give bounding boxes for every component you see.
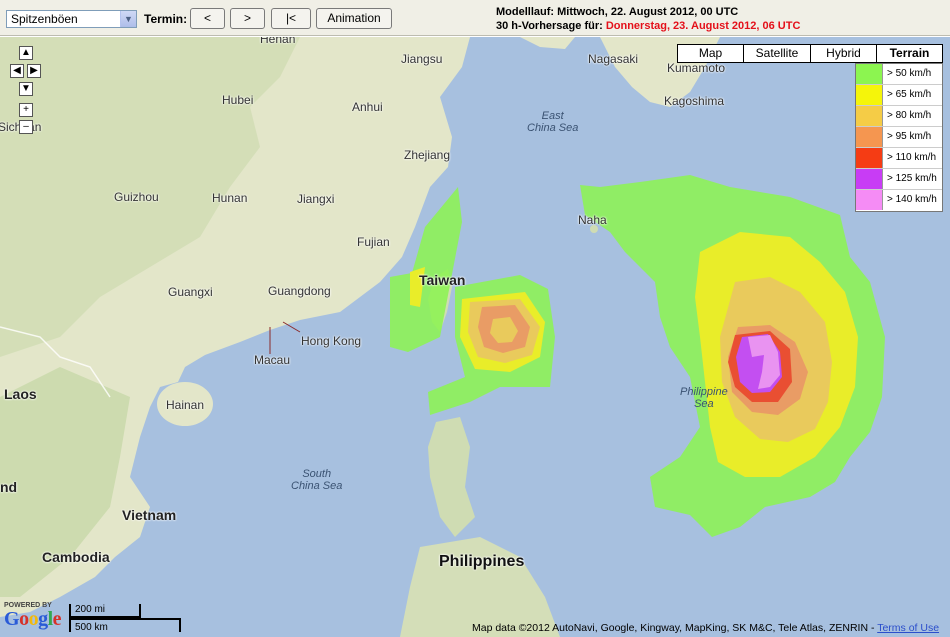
maptype-satellite-button[interactable]: Satellite xyxy=(743,44,811,63)
label-kumamoto: Kumamoto xyxy=(667,61,726,75)
google-logo[interactable]: Google xyxy=(4,608,62,631)
model-info: Modelllauf: Mittwoch, 22. August 2012, 0… xyxy=(496,5,800,33)
label-hainan: Hainan xyxy=(166,398,205,412)
label-zhejiang: Zhejiang xyxy=(404,148,451,162)
label-hubei: Hubei xyxy=(222,93,254,107)
label-vietnam: Vietnam xyxy=(122,507,177,523)
label-east-china-sea-line1: East xyxy=(541,110,564,122)
label-south-china-sea: South China Sea xyxy=(291,468,342,492)
legend-swatch xyxy=(856,64,883,84)
pan-down-button[interactable]: ▼ xyxy=(19,82,33,96)
korea-land xyxy=(520,37,575,49)
legend-row: > 110 km/h xyxy=(856,148,942,169)
label-naha: Naha xyxy=(578,213,607,227)
legend-label: > 50 km/h xyxy=(887,68,932,79)
terrain-basemap xyxy=(0,37,885,637)
animation-button[interactable]: Animation xyxy=(316,8,392,29)
maptype-hybrid-button[interactable]: Hybrid xyxy=(810,44,877,63)
next-button[interactable]: > xyxy=(230,8,265,29)
legend-row: > 140 km/h xyxy=(856,190,942,211)
label-nagasaki: Nagasaki xyxy=(588,52,639,66)
legend-row: > 80 km/h xyxy=(856,106,942,127)
forecast-date: Donnerstag, 23. August 2012, 06 UTC xyxy=(605,20,801,32)
label-south-china-sea-line2: China Sea xyxy=(291,480,343,492)
chevron-down-icon[interactable]: ▼ xyxy=(120,11,136,27)
gust-legend: > 50 km/h > 65 km/h > 80 km/h > 95 km/h > 11… xyxy=(855,63,943,212)
map-attribution: Map data ©2012 AutoNavi, Google, Kingway… xyxy=(472,622,939,634)
label-henan: Henan xyxy=(260,37,296,46)
legend-swatch xyxy=(856,85,883,105)
label-philippine-sea-line1: Philippine xyxy=(680,386,728,398)
legend-row: > 50 km/h xyxy=(856,64,942,85)
pan-up-button[interactable]: ▲ xyxy=(19,46,33,60)
first-button[interactable]: |< xyxy=(271,8,311,29)
legend-swatch xyxy=(856,190,883,210)
legend-row: > 125 km/h xyxy=(856,169,942,190)
label-cambodia: Cambodia xyxy=(42,549,110,565)
legend-label: > 80 km/h xyxy=(887,110,932,121)
termin-label: Termin: xyxy=(144,12,188,26)
zoom-in-button[interactable]: + xyxy=(19,103,33,117)
label-macau: Macau xyxy=(254,353,291,367)
legend-swatch xyxy=(856,106,883,126)
label-hong-kong: Hong Kong xyxy=(301,334,362,348)
label-thailand-partial: nd xyxy=(0,479,18,495)
parameter-select[interactable]: Spitzenböen ▼ xyxy=(6,10,137,28)
zoom-out-button[interactable]: – xyxy=(19,120,33,134)
toolbar: Spitzenböen ▼ Termin: < > |< Animation M… xyxy=(0,0,950,36)
forecast-prefix: 30 h-Vorhersage für: xyxy=(496,20,606,32)
gust-overlay-east xyxy=(580,175,885,537)
label-kagoshima: Kagoshima xyxy=(664,94,725,108)
maptype-terrain-button[interactable]: Terrain xyxy=(876,44,943,63)
label-guangdong: Guangdong xyxy=(268,284,331,298)
legend-label: > 110 km/h xyxy=(887,152,937,163)
maptype-map-button[interactable]: Map xyxy=(677,44,744,63)
label-philippine-sea: Philippine Sea xyxy=(680,386,728,410)
label-philippines: Philippines xyxy=(439,553,525,570)
legend-label: > 125 km/h xyxy=(887,173,937,184)
legend-swatch xyxy=(856,148,883,168)
label-taiwan: Taiwan xyxy=(419,272,466,288)
label-hunan: Hunan xyxy=(212,191,248,205)
pan-right-button[interactable]: ▶ xyxy=(27,64,41,78)
scale-mi-label: 200 mi xyxy=(75,604,106,615)
pan-left-button[interactable]: ◀ xyxy=(10,64,24,78)
label-jiangxi: Jiangxi xyxy=(297,192,335,206)
legend-row: > 65 km/h xyxy=(856,85,942,106)
terms-of-use-link[interactable]: Terms of Use xyxy=(877,622,939,634)
label-east-china-sea: East China Sea xyxy=(527,110,578,134)
label-guizhou: Guizhou xyxy=(114,190,159,204)
legend-label: > 140 km/h xyxy=(887,194,937,205)
scale-km-label: 500 km xyxy=(75,622,108,633)
label-laos: Laos xyxy=(4,386,37,402)
label-anhui: Anhui xyxy=(352,100,383,114)
legend-row: > 95 km/h xyxy=(856,127,942,148)
map-canvas[interactable]: Henan Jiangsu Hubei Anhui Sichuan Zhejia… xyxy=(0,37,950,637)
hong-kong-leader xyxy=(282,321,301,333)
label-east-china-sea-line2: China Sea xyxy=(527,122,579,134)
legend-label: > 65 km/h xyxy=(887,89,932,100)
legend-label: > 95 km/h xyxy=(887,131,932,142)
label-jiangsu: Jiangsu xyxy=(401,52,443,66)
label-south-china-sea-line1: South xyxy=(302,468,332,480)
model-run-text: Modelllauf: Mittwoch, 22. August 2012, 0… xyxy=(496,6,739,18)
luzon-land xyxy=(428,417,475,537)
legend-swatch xyxy=(856,127,883,147)
label-fujian: Fujian xyxy=(357,235,390,249)
parameter-select-value: Spitzenböen xyxy=(11,12,78,26)
label-philippine-sea-line2: Sea xyxy=(694,398,714,410)
attribution-text: Map data ©2012 AutoNavi, Google, Kingway… xyxy=(472,622,878,634)
prev-button[interactable]: < xyxy=(190,8,225,29)
legend-swatch xyxy=(856,169,883,189)
label-guangxi: Guangxi xyxy=(168,285,213,299)
